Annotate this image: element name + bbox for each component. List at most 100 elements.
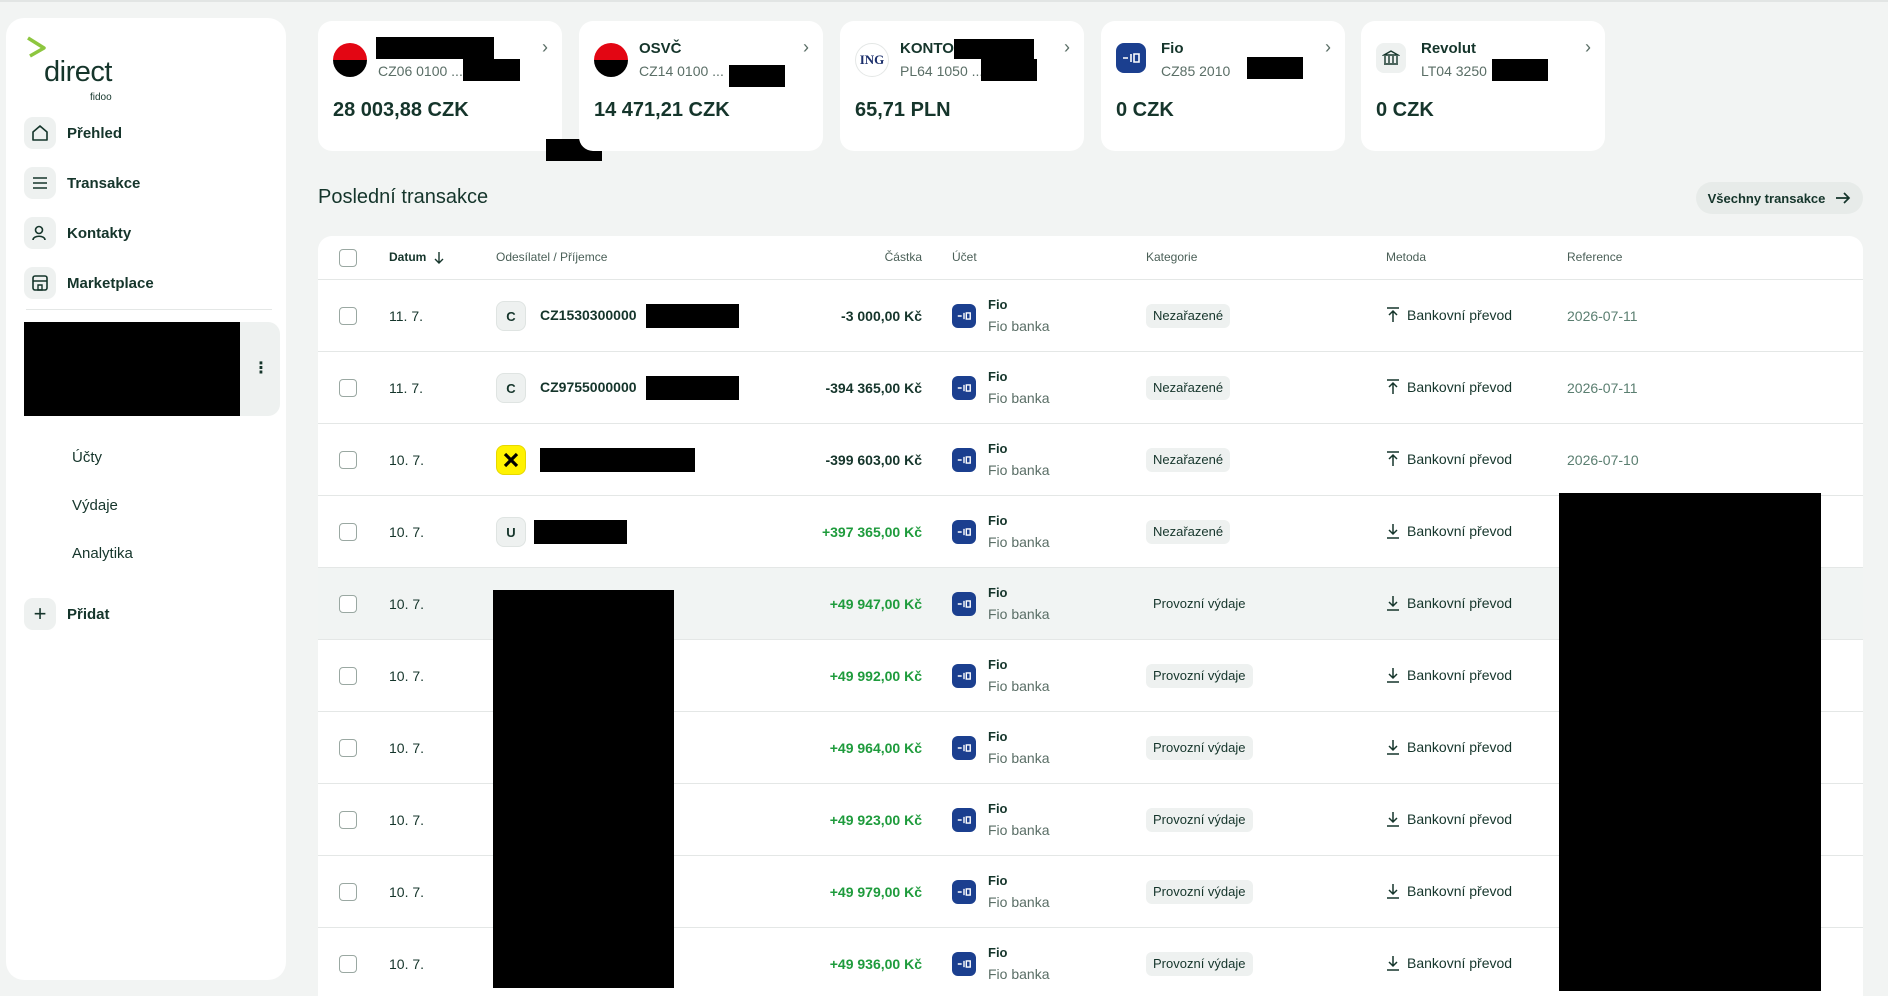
table-row[interactable]: 11. 7. C CZ9755000000 -394 365,00 Kč Fio… — [318, 352, 1863, 424]
row-checkbox[interactable] — [339, 379, 357, 397]
row-checkbox[interactable] — [339, 523, 357, 541]
category-badge[interactable]: Provozní výdaje — [1146, 664, 1253, 688]
nav-item-prehled[interactable]: Přehled — [24, 108, 274, 158]
method-label: Bankovní převod — [1407, 955, 1513, 971]
column-account: Účet — [952, 250, 977, 264]
logo-subtext: fidoo — [90, 92, 112, 103]
sidebar: direct fidoo Přehled Transakce Kontakty — [6, 18, 286, 980]
sub-nav-ucty[interactable]: Účty — [72, 448, 133, 496]
transaction-date: 10. 7. — [389, 596, 425, 612]
method-label: Bankovní převod — [1407, 739, 1513, 755]
payment-method: Bankovní převod — [1386, 811, 1512, 827]
nav-item-kontakty[interactable]: Kontakty — [24, 208, 274, 258]
more-vertical-icon[interactable]: ⋮ — [253, 358, 269, 378]
category-badge[interactable]: Nezařazené — [1146, 304, 1231, 328]
logo[interactable]: direct fidoo — [26, 36, 146, 106]
download-arrow-icon — [1387, 956, 1399, 971]
transaction-amount: -3 000,00 Kč — [841, 308, 922, 324]
redacted-block — [376, 37, 494, 59]
row-checkbox[interactable] — [339, 451, 357, 469]
row-checkbox[interactable] — [339, 595, 357, 613]
row-checkbox[interactable] — [339, 811, 357, 829]
account-balance: 0 CZK — [1376, 99, 1434, 121]
add-label: Přidat — [67, 605, 110, 623]
transaction-date: 10. 7. — [389, 452, 425, 468]
sub-nav-vydaje[interactable]: Výdaje — [72, 496, 133, 544]
account-bank: Fio banka — [988, 318, 1050, 334]
transaction-amount: -399 603,00 Kč — [825, 452, 922, 468]
method-label: Bankovní převod — [1407, 523, 1513, 539]
account-name: Fio — [988, 729, 1008, 744]
upload-arrow-icon — [1387, 451, 1399, 466]
account-card[interactable]: OSVČ CZ14 0100 ... › 14 471,21 CZK — [579, 21, 823, 151]
account-name: Fio — [988, 297, 1008, 312]
category-badge[interactable]: Provozní výdaje — [1146, 880, 1253, 904]
row-checkbox[interactable] — [339, 307, 357, 325]
column-date[interactable]: Datum — [389, 250, 426, 264]
account-name: Fio — [988, 657, 1008, 672]
redacted-block — [540, 448, 695, 472]
account-iban: CZ06 0100 ... — [378, 63, 463, 79]
select-all-checkbox[interactable] — [339, 249, 357, 267]
category-badge[interactable]: Nezařazené — [1146, 520, 1231, 544]
nav-item-transakce[interactable]: Transakce — [24, 158, 274, 208]
redacted-block — [981, 59, 1037, 81]
logo-text: direct — [44, 56, 112, 88]
row-checkbox[interactable] — [339, 883, 357, 901]
method-label: Bankovní převod — [1407, 811, 1513, 827]
payment-method: Bankovní převod — [1386, 451, 1512, 467]
ing-logo-icon: ING — [855, 43, 889, 77]
table-header: Datum Odesílatel / Příjemce Částka Účet … — [318, 236, 1863, 280]
redacted-block — [1247, 57, 1303, 79]
column-method: Metoda — [1386, 250, 1427, 264]
table-row[interactable]: 10. 7. -399 603,00 Kč Fio Fio banka Neza… — [318, 424, 1863, 496]
fio-logo-icon — [952, 304, 976, 328]
organization-switcher[interactable]: ⋮ — [24, 322, 280, 416]
nav-label: Marketplace — [67, 274, 154, 292]
account-bank: Fio banka — [988, 534, 1050, 550]
category-badge[interactable]: Provozní výdaje — [1146, 736, 1253, 760]
account-bank: Fio banka — [988, 822, 1050, 838]
upload-arrow-icon — [1387, 307, 1399, 322]
account-name: Fio — [1161, 40, 1184, 57]
row-checkbox[interactable] — [339, 739, 357, 757]
category-badge[interactable]: Nezařazené — [1146, 376, 1231, 400]
row-checkbox[interactable] — [339, 667, 357, 685]
category-badge[interactable]: Provozní výdaje — [1146, 952, 1253, 976]
store-icon — [24, 267, 56, 299]
sub-nav-analytika[interactable]: Analytika — [72, 544, 133, 592]
transaction-date: 10. 7. — [389, 956, 425, 972]
table-row[interactable]: 11. 7. C CZ1530300000 -3 000,00 Kč Fio F… — [318, 280, 1863, 352]
all-transactions-button[interactable]: Všechny transakce — [1696, 182, 1863, 214]
account-iban: CZ85 2010 — [1161, 63, 1231, 79]
row-checkbox[interactable] — [339, 955, 357, 973]
arrow-right-icon — [1836, 192, 1851, 204]
category-badge[interactable]: Nezařazené — [1146, 448, 1231, 472]
sort-down-icon[interactable] — [433, 251, 445, 265]
add-button[interactable]: + Přidat — [24, 598, 110, 630]
redacted-block — [1559, 493, 1821, 991]
transaction-date: 10. 7. — [389, 524, 425, 540]
account-iban: LT04 3250 — [1421, 63, 1487, 79]
transaction-amount: +49 992,00 Kč — [829, 668, 922, 684]
chevron-right-icon: › — [1325, 37, 1331, 57]
account-card[interactable]: ING KONTO PL64 1050 ... › 65,71 PLN — [840, 21, 1084, 151]
method-label: Bankovní převod — [1407, 451, 1513, 467]
transaction-date: 11. 7. — [389, 380, 423, 396]
column-category: Kategorie — [1146, 250, 1198, 264]
method-label: Bankovní převod — [1407, 307, 1513, 323]
account-card[interactable]: Fio CZ85 2010 › 0 CZK — [1101, 21, 1345, 151]
kb-bank-logo-icon — [333, 43, 367, 77]
redacted-block — [24, 322, 240, 416]
chevron-right-icon: › — [1064, 37, 1070, 57]
fio-logo-icon — [952, 664, 976, 688]
category-badge[interactable]: Provozní výdaje — [1146, 592, 1253, 616]
redacted-block — [1492, 59, 1548, 81]
account-card[interactable]: CZ06 0100 ... › 28 003,88 CZK — [318, 21, 562, 151]
nav-item-marketplace[interactable]: Marketplace — [24, 258, 274, 308]
category-badge[interactable]: Provozní výdaje — [1146, 808, 1253, 832]
top-border — [0, 0, 1888, 2]
transaction-amount: +49 936,00 Kč — [829, 956, 922, 972]
contact-avatar: C — [496, 373, 526, 403]
account-card[interactable]: Revolut LT04 3250 › 0 CZK — [1361, 21, 1605, 151]
